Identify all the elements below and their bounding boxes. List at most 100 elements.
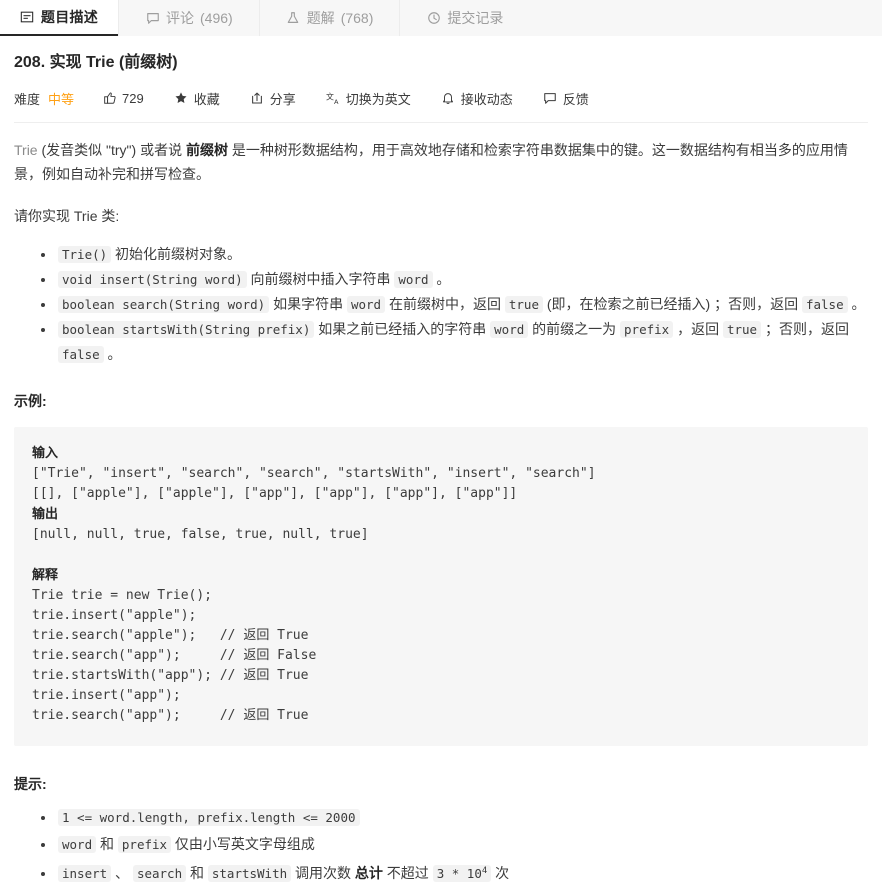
output-label: 输出: [32, 506, 59, 521]
method-desc: 如果之前已经插入的字符串: [314, 321, 491, 337]
hint-emphasis: 总计: [354, 865, 383, 882]
hint-code: 1 <= word.length, prefix.length <= 2000: [58, 809, 360, 826]
explain-line-2: trie.insert("apple");: [32, 608, 197, 623]
method-signature: boolean search(String word): [58, 296, 270, 313]
svg-text:文: 文: [326, 91, 334, 101]
feedback-icon: [543, 91, 558, 106]
description-text-a: (发音类似 "try") 或者说: [37, 142, 186, 158]
tab-submissions[interactable]: 提交记录: [399, 0, 529, 36]
share-button[interactable]: 分享: [250, 89, 296, 108]
hint-text: 调用次数: [291, 865, 355, 882]
prefix-tree-term: 前缀树: [185, 142, 228, 158]
tab-label: 题目描述: [40, 9, 99, 25]
hint-text: 和: [186, 865, 208, 882]
explain-line-6: trie.insert("app");: [32, 688, 181, 703]
method-desc: (即，在检索之前已经插入) ；否则，返回: [542, 296, 802, 312]
comment-icon: [145, 11, 160, 26]
star-icon: [174, 91, 189, 106]
hint-code: 3 * 104: [432, 865, 492, 883]
explain-line-7: trie.search("app"); // 返回 True: [32, 708, 309, 723]
trie-term: Trie: [14, 142, 38, 158]
page-title: 208. 实现 Trie (前缀树): [14, 54, 178, 71]
method-signature: void insert(String word): [58, 271, 247, 288]
hint-code-base: 3 * 10: [436, 866, 482, 882]
method-signature: boolean startsWith(String prefix): [58, 321, 315, 338]
subscribe-button[interactable]: 接收动态: [441, 89, 513, 108]
thumbs-up-icon: [102, 91, 117, 106]
inline-code: true: [722, 321, 762, 338]
problem-meta-row: 难度 中等 729 收藏 分享 文 A 切换为英文 接收动态 反馈: [14, 88, 868, 108]
input-line-2: [[], ["apple"], ["apple"], ["app"], ["ap…: [32, 486, 518, 501]
hint-code: startsWith: [207, 865, 292, 883]
method-desc: 的前缀之一为: [528, 321, 621, 337]
favorite-label: 收藏: [193, 91, 220, 107]
hint-code: search: [132, 865, 187, 883]
method-desc: ；否则，返回: [761, 321, 849, 337]
example-heading: 示例:: [14, 393, 47, 409]
list-item: boolean search(String word) 如果字符串 word 在…: [56, 292, 868, 317]
tab-comments[interactable]: 评论 (496): [118, 0, 259, 36]
method-desc: 。: [103, 346, 122, 362]
hint-text: 、: [111, 865, 133, 882]
list-item: word 和 prefix 仅由小写英文字母组成: [56, 831, 868, 858]
method-desc: 如果字符串: [269, 296, 347, 312]
share-label: 分享: [269, 91, 296, 107]
like-count: 729: [122, 90, 144, 106]
explain-line-4: trie.search("app"); // 返回 False: [32, 648, 317, 663]
tab-count: (768): [340, 10, 374, 26]
switch-language-button[interactable]: 文 A 切换为英文: [326, 89, 411, 108]
inline-code: false: [58, 346, 104, 363]
tab-solutions[interactable]: 题解 (768): [258, 0, 400, 36]
bell-icon: [441, 91, 456, 106]
divider: [14, 122, 868, 123]
description-paragraph: Trie (发音类似 "try") 或者说 前缀树 是一种树形数据结构，用于高效…: [14, 138, 868, 186]
method-list: Trie() 初始化前缀树对象。 void insert(String word…: [14, 242, 868, 367]
method-desc: 。: [432, 271, 451, 287]
example-block: 输入 ["Trie", "insert", "search", "search"…: [14, 427, 868, 746]
inline-code: word: [490, 321, 529, 338]
hints-heading: 提示:: [14, 776, 47, 792]
explain-line-3: trie.search("apple"); // 返回 True: [32, 628, 309, 643]
explain-label: 解释: [32, 567, 59, 582]
implement-line: 请你实现 Trie 类:: [14, 208, 120, 224]
hint-text: 仅由小写英文字母组成: [171, 836, 315, 852]
hint-code: insert: [58, 865, 112, 883]
hint-code: word: [58, 836, 97, 853]
like-button[interactable]: 729: [102, 91, 144, 106]
output-line-1: [null, null, true, false, true, null, tr…: [32, 527, 369, 542]
list-item: 1 <= word.length, prefix.length <= 2000: [56, 804, 868, 831]
list-item: boolean startsWith(String prefix) 如果之前已经…: [56, 317, 868, 367]
input-label: 输入: [32, 445, 59, 460]
method-desc: 在前缀树中，返回: [385, 296, 505, 312]
list-item: Trie() 初始化前缀树对象。: [56, 242, 868, 267]
hint-code: prefix: [117, 836, 172, 853]
method-desc: ，返回: [673, 321, 723, 337]
hint-text: 不超过: [382, 865, 433, 882]
favorite-button[interactable]: 收藏: [174, 89, 220, 108]
list-item: insert 、 search 和 startsWith 调用次数 总计 不超过…: [56, 858, 868, 887]
list-item: void insert(String word) 向前缀树中插入字符串 word…: [56, 267, 868, 292]
svg-text:A: A: [334, 98, 339, 106]
feedback-button[interactable]: 反馈: [543, 89, 589, 108]
inline-code: word: [394, 271, 433, 288]
tab-count: (496): [200, 10, 233, 26]
clock-icon: [426, 11, 441, 26]
tab-label: 题解: [306, 10, 335, 26]
method-desc: 初始化前缀树对象。: [111, 246, 242, 262]
hint-exponent: 4: [481, 866, 488, 876]
tab-label: 评论: [166, 10, 194, 26]
inline-code: word: [346, 296, 386, 313]
inline-code: prefix: [620, 321, 674, 338]
method-desc: 。: [847, 296, 866, 312]
tab-label: 提交记录: [447, 10, 504, 26]
explain-line-1: Trie trie = new Trie();: [32, 588, 213, 603]
method-signature: Trie(): [58, 246, 112, 263]
description-icon: [20, 10, 35, 25]
hints-list: 1 <= word.length, prefix.length <= 2000 …: [14, 804, 868, 887]
switch-language-label: 切换为英文: [345, 91, 411, 107]
input-line-1: ["Trie", "insert", "search", "search", "…: [32, 466, 596, 481]
tab-description[interactable]: 题目描述: [0, 0, 118, 36]
flask-icon: [286, 11, 301, 26]
translate-icon: 文 A: [326, 91, 341, 106]
